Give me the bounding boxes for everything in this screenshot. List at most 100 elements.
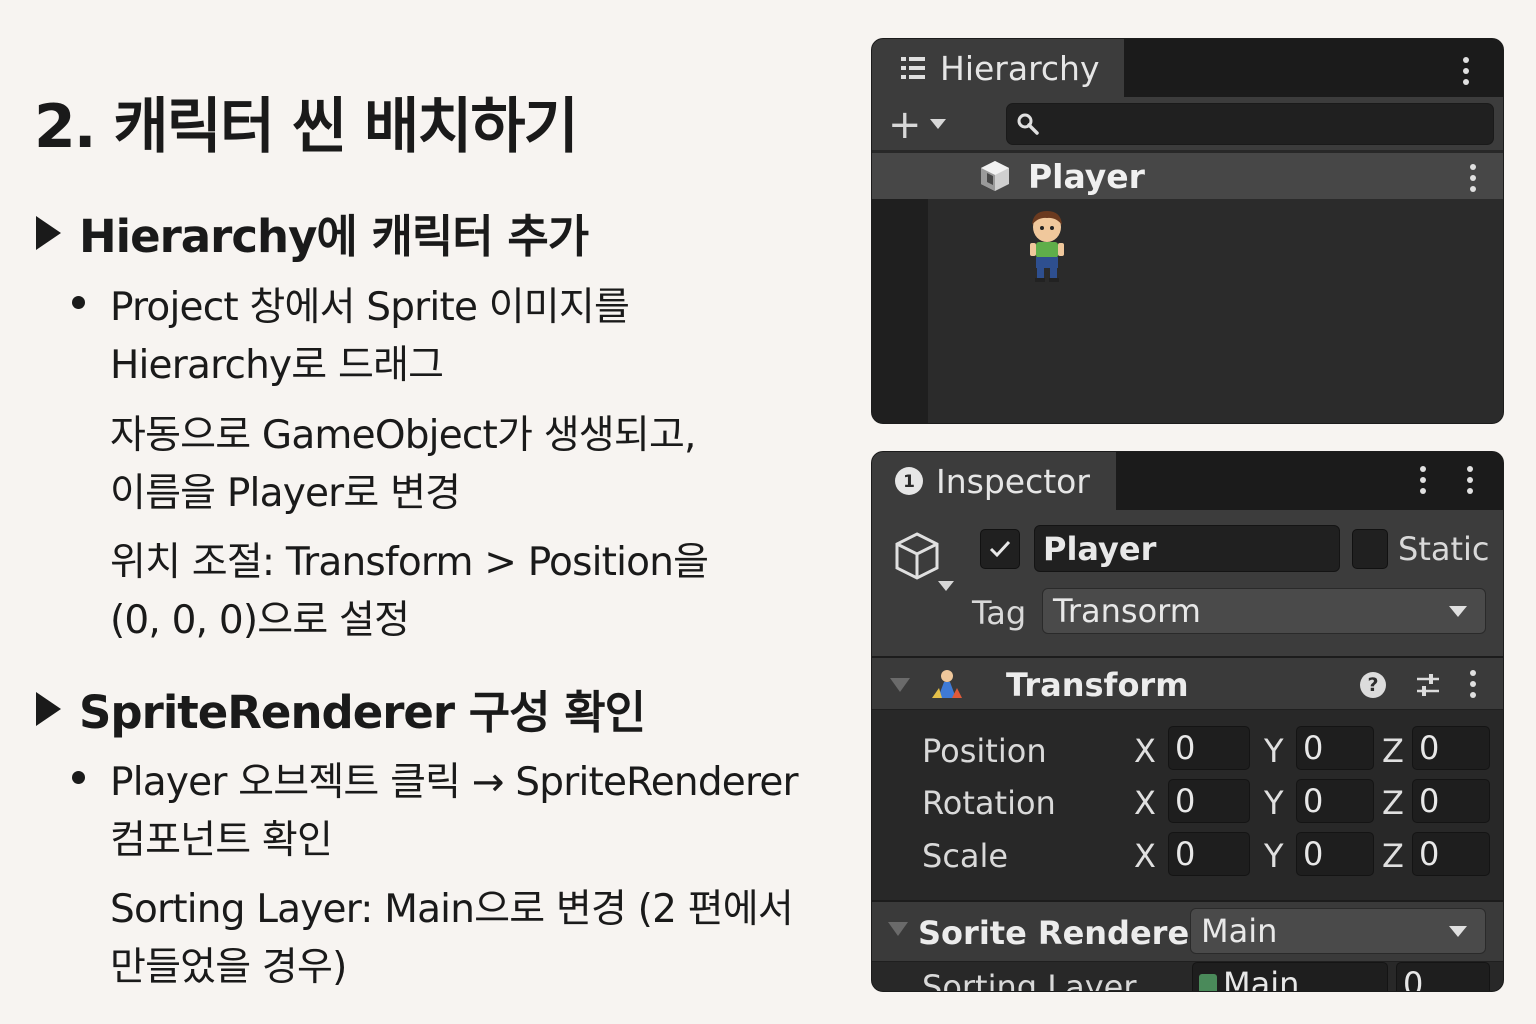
axis-y-label: Y [1264, 784, 1284, 822]
transform-title: Transform [1006, 666, 1189, 704]
bullet-text: Player 오브젝트 클릭 → SpriteRenderer [110, 760, 799, 805]
svg-text:1: 1 [903, 472, 915, 492]
info-badge-icon: 1 [895, 467, 923, 495]
more-options-icon[interactable] [1466, 466, 1474, 494]
chevron-down-icon[interactable] [938, 581, 954, 591]
hierarchy-row-player[interactable]: Player [872, 153, 1503, 199]
position-x-value: 0 [1175, 729, 1196, 767]
slide-title: 2. 캐릭터 씬 배치하기 [34, 92, 579, 162]
sprite-renderer-dropdown-value: Main [1201, 912, 1278, 950]
position-z-field[interactable]: 0 [1412, 726, 1490, 770]
transform-component-header[interactable]: Transform ? [872, 656, 1503, 710]
tab-label: Hierarchy [940, 48, 1100, 88]
triangle-bullet-icon [36, 215, 61, 250]
sprite-renderer-dropdown[interactable]: Main [1190, 908, 1486, 954]
axis-y-label: Y [1264, 837, 1284, 875]
search-icon [1017, 113, 1039, 135]
position-z-value: 0 [1419, 729, 1440, 767]
body-text: 위치 조절: Transform > Position을 [110, 540, 709, 585]
position-y-field[interactable]: 0 [1296, 726, 1374, 770]
foldout-arrow-icon[interactable] [890, 678, 910, 692]
active-checkbox[interactable] [980, 529, 1020, 569]
hierarchy-panel: Hierarchy + Player [871, 38, 1504, 424]
gameobject-outline-icon[interactable] [892, 530, 942, 586]
axis-x-label: X [1134, 837, 1156, 875]
tag-label: Tag [972, 594, 1027, 632]
static-checkbox[interactable] [1352, 529, 1388, 569]
body-text: Sorting Layer: Main으로 변경 (2 편에서 [110, 887, 794, 932]
tab-inspector[interactable]: 1 Inspector [872, 452, 1116, 510]
static-label: Static [1398, 530, 1490, 568]
sprite-renderer-component-header[interactable]: Sorite Renderer Main [872, 900, 1503, 962]
scale-x-value: 0 [1175, 835, 1196, 873]
body-text: 자동으로 GameObject가 생생되고, [110, 413, 696, 458]
scale-y-value: 0 [1303, 835, 1324, 873]
hierarchy-toolbar: + [872, 97, 1503, 150]
order-in-layer-field[interactable]: 0 [1396, 962, 1490, 992]
axis-x-label: X [1134, 784, 1156, 822]
axis-z-label: Z [1382, 784, 1404, 822]
object-name-value: Player [1043, 529, 1157, 568]
rotation-x-value: 0 [1175, 782, 1196, 820]
preset-sliders-icon[interactable] [1415, 672, 1441, 698]
tab-hierarchy[interactable]: Hierarchy [872, 39, 1124, 97]
rotation-y-field[interactable]: 0 [1296, 779, 1374, 823]
axis-z-label: Z [1382, 732, 1404, 770]
tab-label: Inspector [936, 461, 1090, 501]
hierarchy-row-label: Player [1028, 156, 1145, 196]
bullet-dot [72, 771, 85, 784]
check-icon [989, 540, 1011, 558]
axis-y-label: Y [1264, 732, 1284, 770]
position-y-value: 0 [1303, 729, 1324, 767]
rotation-z-value: 0 [1419, 782, 1440, 820]
order-in-layer-value: 0 [1403, 965, 1424, 992]
scale-z-field[interactable]: 0 [1412, 832, 1490, 876]
bullet-text: Project 창에서 Sprite 이미지를 [110, 285, 630, 330]
layer-icon [1199, 974, 1217, 991]
object-name-field[interactable]: Player [1034, 525, 1340, 572]
scale-label: Scale [922, 837, 1009, 875]
help-icon[interactable]: ? [1360, 672, 1386, 698]
bullet-text: 컴포넌트 확인 [110, 818, 333, 863]
triangle-bullet-icon [36, 691, 61, 726]
rotation-x-field[interactable]: 0 [1168, 779, 1250, 823]
section-heading-text: Hierarchy에 캐릭터 추가 [79, 210, 589, 263]
more-options-icon[interactable] [1419, 466, 1427, 494]
section-heading-hierarchy: Hierarchy에 캐릭터 추가 [36, 200, 589, 265]
object-header: Player Static Tag Transorm [872, 510, 1503, 658]
rotation-label: Rotation [922, 784, 1056, 822]
scale-x-field[interactable]: 0 [1168, 832, 1250, 876]
section-heading-spriterenderer: SpriteRenderer 구성 확인 [36, 676, 646, 741]
axis-x-label: X [1134, 732, 1156, 770]
foldout-arrow-icon[interactable] [888, 922, 908, 936]
search-input[interactable] [1006, 103, 1494, 145]
sorting-layer-field[interactable]: Main [1192, 962, 1388, 992]
tab-strip: 1 Inspector [872, 452, 1503, 510]
row-more-icon[interactable] [1469, 164, 1477, 192]
body-text: (0, 0, 0)으로 설정 [110, 598, 410, 643]
transform-axis-icon [932, 670, 962, 698]
component-more-icon[interactable] [1469, 670, 1477, 698]
position-label: Position [922, 732, 1047, 770]
rotation-y-value: 0 [1303, 782, 1324, 820]
tag-value: Transorm [1053, 592, 1201, 630]
hierarchy-list-area[interactable] [928, 199, 1503, 423]
chevron-down-icon [1449, 926, 1467, 937]
hierarchy-gutter [872, 199, 928, 423]
character-sprite-icon[interactable] [1024, 207, 1070, 283]
bullet-dot [72, 296, 85, 309]
inspector-panel: 1 Inspector Player Static Tag Transorm T… [871, 451, 1504, 992]
rotation-z-field[interactable]: 0 [1412, 779, 1490, 823]
bullet-text: Hierarchy로 드래그 [110, 343, 444, 388]
axis-z-label: Z [1382, 837, 1404, 875]
chevron-down-icon [1449, 606, 1467, 617]
gameobject-cube-icon [981, 161, 1009, 191]
chevron-down-icon[interactable] [930, 119, 946, 129]
sorting-layer-value: Main [1223, 965, 1300, 992]
position-x-field[interactable]: 0 [1168, 726, 1250, 770]
tag-dropdown[interactable]: Transorm [1042, 588, 1486, 634]
scale-y-field[interactable]: 0 [1296, 832, 1374, 876]
plus-icon[interactable]: + [888, 105, 922, 145]
more-options-icon[interactable] [1462, 57, 1470, 85]
sprite-renderer-title: Sorite Renderer [918, 914, 1205, 952]
